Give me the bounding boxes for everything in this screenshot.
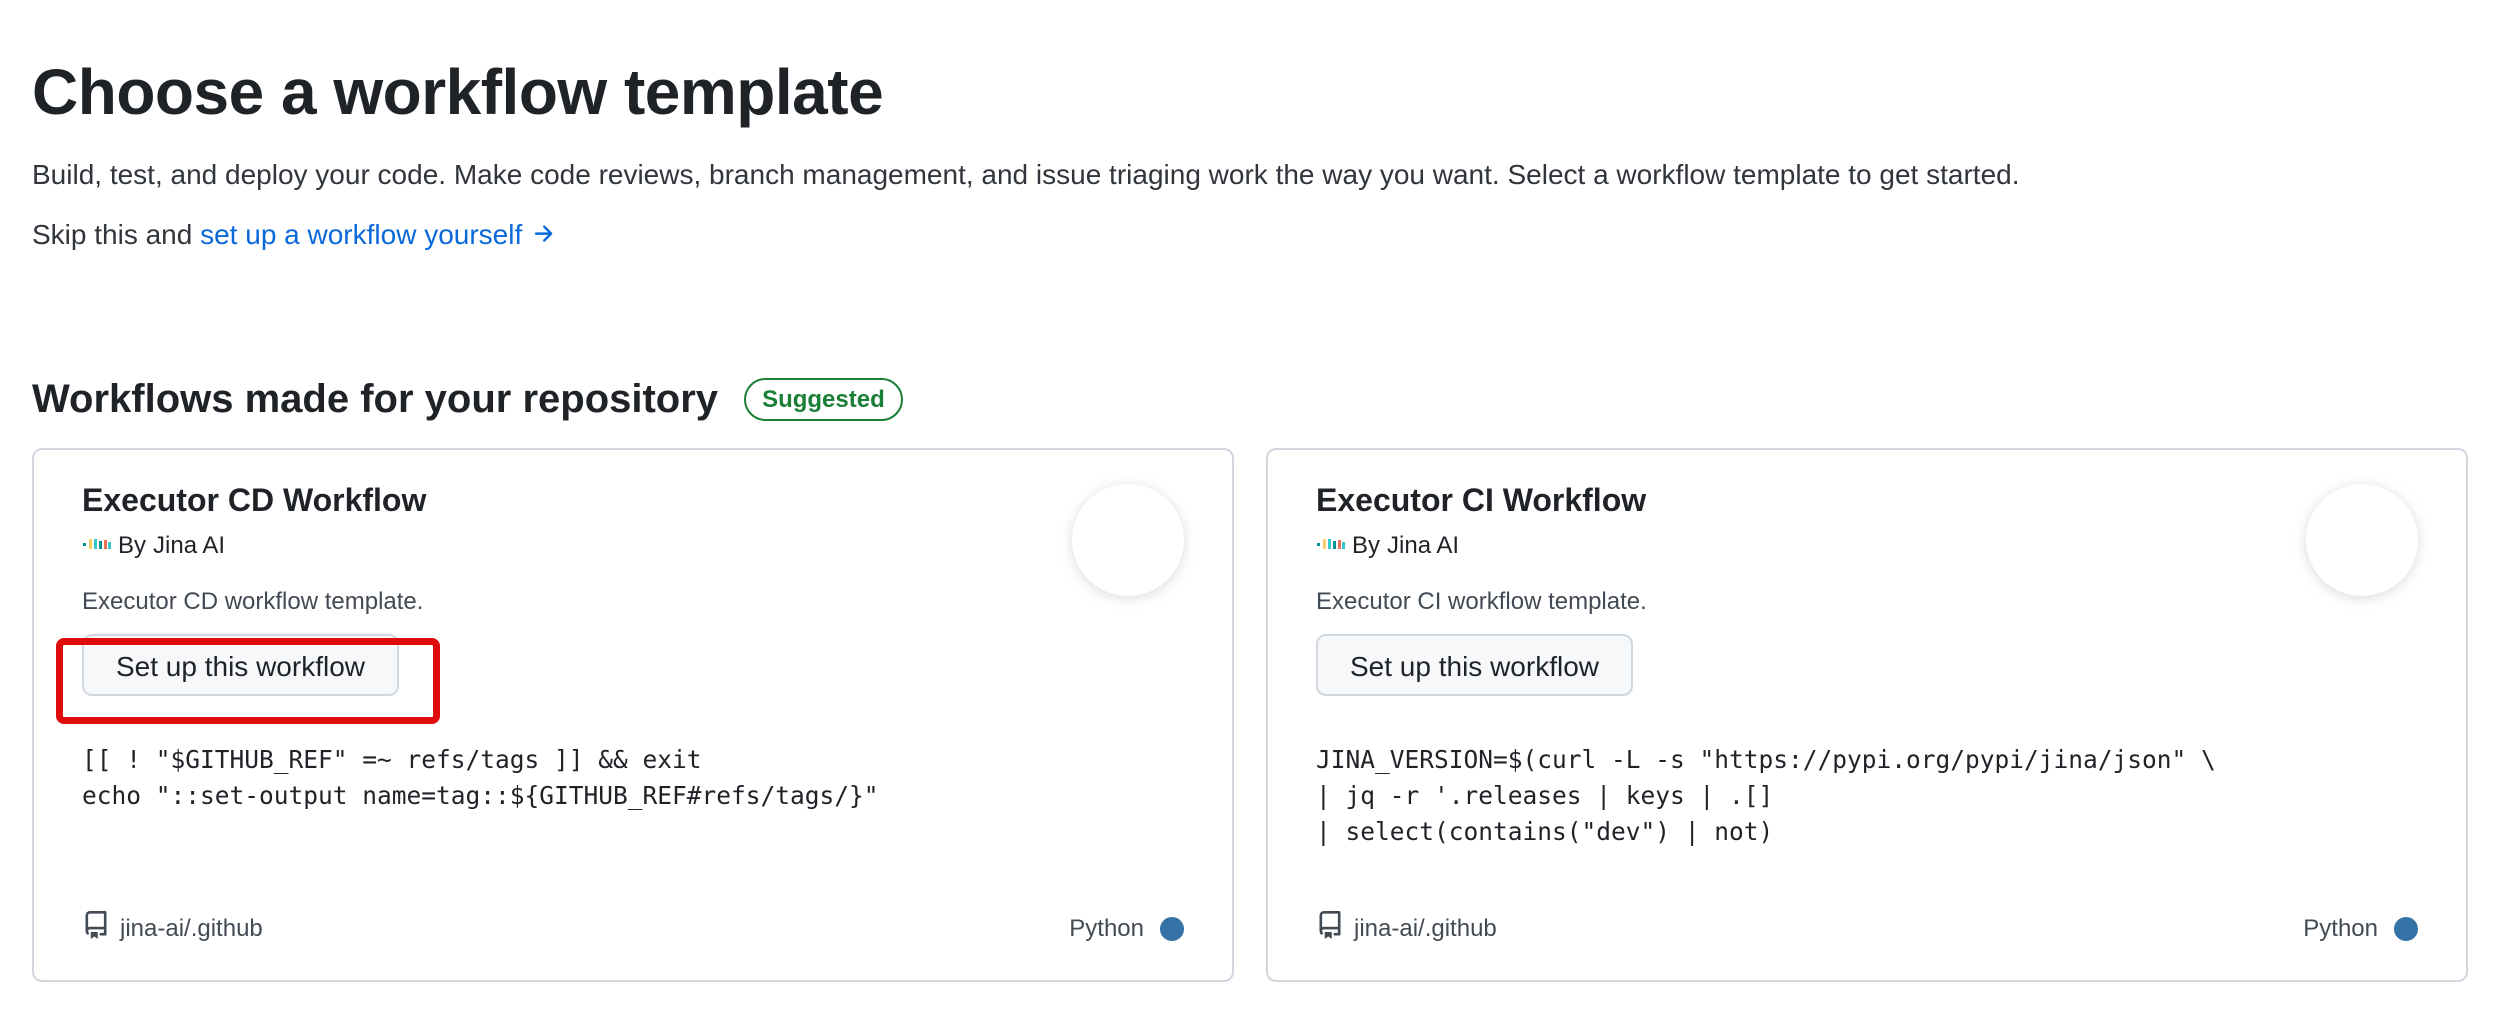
author-line: By Jina AI bbox=[82, 532, 1184, 560]
card-footer: jina-ai/.github Python bbox=[1316, 911, 2418, 946]
repo-icon bbox=[1316, 911, 1344, 946]
language: Python bbox=[1069, 915, 1184, 943]
setup-workflow-button[interactable]: Set up this workflow bbox=[82, 633, 399, 696]
repo-icon bbox=[82, 911, 110, 946]
python-dot-icon bbox=[2394, 916, 2418, 941]
by-label: By bbox=[1352, 531, 1381, 559]
skip-prefix: Skip this and bbox=[32, 219, 193, 250]
section-title: Workflows made for your repository bbox=[32, 377, 719, 421]
by-label: By bbox=[118, 531, 147, 559]
workflow-avatar bbox=[1072, 484, 1184, 596]
setup-workflow-yourself-link[interactable]: set up a workflow yourself bbox=[200, 219, 556, 250]
repo-name: jina-ai/.github bbox=[1354, 914, 1497, 942]
jina-logo-icon bbox=[82, 532, 118, 560]
language: Python bbox=[2303, 915, 2418, 943]
code-snippet: [[ ! "$GITHUB_REF" =~ refs/tags ]] && ex… bbox=[82, 744, 879, 810]
section-header: Workflows made for your repository Sugge… bbox=[32, 377, 2468, 422]
author-line: By Jina AI bbox=[1316, 532, 2418, 560]
arrow-right-icon bbox=[530, 217, 556, 259]
jina-logo-icon bbox=[1316, 532, 1352, 560]
card-description: Executor CD workflow template. bbox=[82, 587, 424, 615]
repo-name: jina-ai/.github bbox=[120, 914, 263, 942]
card-title: Executor CI Workflow bbox=[1316, 482, 1647, 518]
workflow-avatar bbox=[2306, 484, 2418, 596]
language-label: Python bbox=[1069, 914, 1144, 942]
setup-workflow-button[interactable]: Set up this workflow bbox=[1316, 633, 1633, 696]
python-dot-icon bbox=[1160, 916, 1184, 941]
workflow-card-executor-cd: Executor CD Workflow By Jina AI Executor… bbox=[32, 448, 1234, 982]
author-name: Jina AI bbox=[1387, 531, 1460, 559]
page-title: Choose a workflow template bbox=[32, 56, 884, 128]
suggested-badge: Suggested bbox=[744, 377, 903, 422]
repo-link[interactable]: jina-ai/.github bbox=[82, 911, 263, 946]
repo-link[interactable]: jina-ai/.github bbox=[1316, 911, 1497, 946]
author-name: Jina AI bbox=[153, 531, 226, 559]
page-description: Build, test, and deploy your code. Make … bbox=[32, 159, 2020, 190]
code-snippet: JINA_VERSION=$(curl -L -s "https://pypi.… bbox=[1316, 744, 2216, 847]
skip-line: Skip this and set up a workflow yourself bbox=[32, 214, 2468, 259]
language-label: Python bbox=[2303, 914, 2378, 942]
card-title: Executor CD Workflow bbox=[82, 482, 427, 518]
workflow-cards: Executor CD Workflow By Jina AI Executor… bbox=[32, 448, 2468, 982]
card-footer: jina-ai/.github Python bbox=[82, 911, 1184, 946]
page: Choose a workflow template Build, test, … bbox=[0, 0, 2500, 1010]
workflow-card-executor-ci: Executor CI Workflow By Jina AI Executor… bbox=[1266, 448, 2468, 982]
card-description: Executor CI workflow template. bbox=[1316, 587, 1647, 615]
skip-link-label: set up a workflow yourself bbox=[200, 219, 523, 250]
